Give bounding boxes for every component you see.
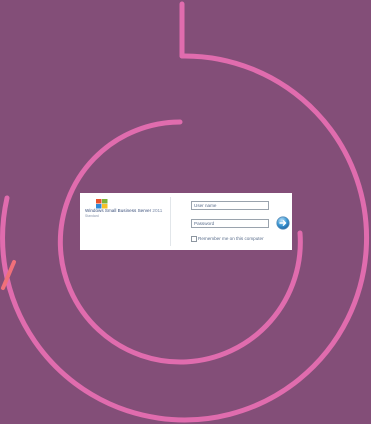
remember-me-label: Remember me on this computer xyxy=(198,236,264,241)
panel-divider xyxy=(170,197,171,246)
username-input[interactable]: User name xyxy=(191,201,269,210)
remember-me-checkbox[interactable] xyxy=(191,236,197,242)
product-edition: Standard xyxy=(85,214,99,218)
login-panel: Windows Small Business Server 2011 Stand… xyxy=(80,193,292,250)
product-version: 2011 xyxy=(152,208,163,213)
login-submit-button[interactable] xyxy=(276,216,290,230)
password-input[interactable]: Password xyxy=(191,219,269,228)
product-name-text: Windows Small Business Server xyxy=(85,208,152,213)
product-name: Windows Small Business Server 2011 xyxy=(85,208,169,213)
